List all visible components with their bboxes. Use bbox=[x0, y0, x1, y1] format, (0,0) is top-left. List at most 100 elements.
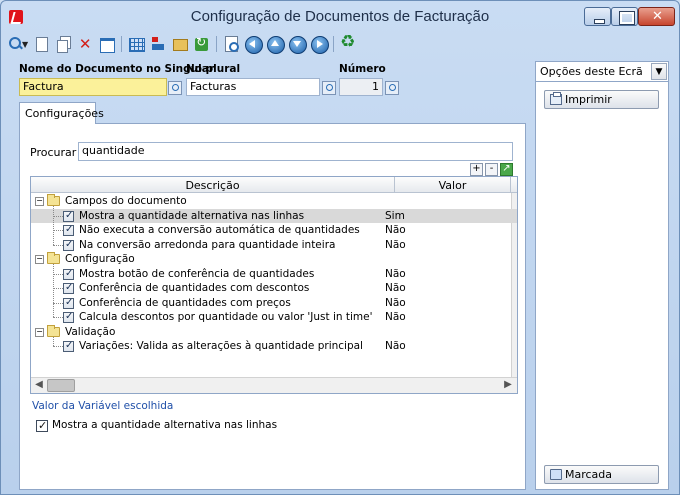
setting-checkbox[interactable] bbox=[63, 239, 74, 251]
setting-checkbox[interactable] bbox=[63, 282, 74, 294]
group-label: Campos do documento bbox=[65, 195, 187, 207]
singular-lookup-icon[interactable] bbox=[168, 81, 182, 95]
recycle-icon[interactable] bbox=[337, 34, 359, 54]
delete-icon[interactable]: ✕ bbox=[74, 34, 96, 54]
setting-row[interactable]: Mostra a quantidade alternativa nas linh… bbox=[31, 208, 517, 223]
search-icon[interactable] bbox=[5, 34, 27, 54]
maximize-button[interactable] bbox=[611, 7, 638, 26]
setting-row[interactable]: Conferência de quantidades com descontos… bbox=[31, 281, 517, 296]
setting-checkbox[interactable] bbox=[63, 311, 74, 323]
tree-connector bbox=[53, 244, 63, 246]
marked-button[interactable]: Marcada bbox=[544, 465, 659, 484]
setting-value[interactable]: Sim bbox=[385, 210, 405, 222]
settings-grid: Descrição Valor − Campos do documento Most… bbox=[30, 176, 518, 394]
marked-button-label: Marcada bbox=[565, 468, 613, 481]
toolbar-separator bbox=[121, 36, 123, 52]
setting-value[interactable]: Não bbox=[385, 311, 406, 323]
setting-checkbox[interactable] bbox=[63, 224, 74, 236]
grid-icon[interactable] bbox=[125, 34, 147, 54]
group-row[interactable]: − Campos do documento bbox=[31, 194, 517, 209]
setting-label: Variações: Valida as alterações à quanti… bbox=[79, 340, 363, 352]
new-document-icon[interactable] bbox=[30, 34, 52, 54]
folder-icon bbox=[47, 194, 60, 206]
scroll-left-icon[interactable]: ◀ bbox=[32, 379, 46, 392]
search-label: Procurar : bbox=[30, 146, 84, 159]
collapse-icon[interactable]: − bbox=[35, 327, 44, 337]
numero-label: Número bbox=[339, 63, 386, 75]
main-window: Configuração de Documentos de Facturação… bbox=[0, 0, 680, 495]
column-header-valor[interactable]: Valor bbox=[395, 177, 511, 193]
tree-connector bbox=[53, 317, 63, 318]
group-row[interactable]: − Configuração bbox=[31, 252, 517, 267]
collapse-icon[interactable]: − bbox=[35, 197, 44, 206]
setting-row[interactable]: Variações: Valida as alterações à quanti… bbox=[31, 339, 517, 354]
tree-connector bbox=[53, 302, 63, 304]
expand-all-button[interactable]: + bbox=[470, 163, 483, 176]
setting-checkbox[interactable] bbox=[63, 340, 74, 352]
numero-field: 1 bbox=[339, 78, 383, 96]
grid-rows: − Campos do documento Mostra a quantidade … bbox=[31, 194, 517, 354]
setting-value[interactable]: Não bbox=[385, 282, 406, 294]
scroll-thumb[interactable] bbox=[47, 379, 75, 392]
horizontal-scrollbar[interactable]: ◀ ▶ bbox=[31, 377, 517, 393]
setting-row[interactable]: Mostra botão de conferência de quantidad… bbox=[31, 267, 517, 282]
setting-label: Conferência de quantidades com descontos bbox=[79, 282, 310, 294]
refresh-icon[interactable] bbox=[191, 34, 213, 54]
setting-checkbox[interactable] bbox=[63, 210, 74, 222]
variable-checkbox-label: Mostra a quantidade alternativa nas linh… bbox=[52, 419, 278, 431]
window-properties-icon[interactable] bbox=[96, 34, 118, 54]
numero-lookup-icon[interactable] bbox=[385, 81, 399, 95]
setting-row[interactable]: Calcula descontos por quantidade ou valo… bbox=[31, 310, 517, 325]
setting-checkbox[interactable] bbox=[63, 297, 74, 309]
variable-checkbox[interactable] bbox=[36, 419, 48, 432]
setting-row[interactable]: Conferência de quantidades com preços Não bbox=[31, 296, 517, 311]
print-button[interactable]: Imprimir bbox=[544, 90, 659, 109]
export-icon[interactable] bbox=[169, 34, 191, 54]
singular-name-field[interactable]: Factura bbox=[19, 78, 167, 96]
print-preview-icon[interactable] bbox=[220, 34, 242, 54]
grid-header: Descrição Valor bbox=[31, 177, 517, 193]
setting-value[interactable]: Não bbox=[385, 340, 406, 352]
setting-label: Não executa a conversão automática de qu… bbox=[79, 224, 360, 236]
tree-connector bbox=[53, 336, 54, 346]
title-bar[interactable]: Configuração de Documentos de Facturação bbox=[1, 1, 679, 33]
printer-icon bbox=[550, 92, 562, 105]
setting-value[interactable]: Não bbox=[385, 297, 406, 309]
setting-label: Conferência de quantidades com preços bbox=[79, 296, 291, 309]
setting-label: Calcula descontos por quantidade ou valo… bbox=[79, 311, 373, 323]
setting-value[interactable]: Não bbox=[385, 268, 406, 280]
next-record-icon[interactable] bbox=[286, 34, 308, 54]
tab-configuracoes[interactable]: Configurações bbox=[19, 102, 104, 124]
plural-lookup-icon[interactable] bbox=[322, 81, 336, 95]
close-button[interactable] bbox=[638, 7, 675, 26]
setting-row[interactable]: Na conversão arredonda para quantidade i… bbox=[31, 238, 517, 253]
structure-icon[interactable] bbox=[147, 34, 169, 54]
collapse-icon[interactable]: − bbox=[35, 255, 44, 264]
singular-label: Nome do Documento no Singular bbox=[19, 63, 214, 75]
screen-options-select[interactable]: Opções deste Ecrã ▼ bbox=[535, 61, 669, 82]
column-header-descricao[interactable]: Descrição bbox=[31, 177, 395, 193]
last-record-icon[interactable] bbox=[308, 34, 330, 54]
group-row[interactable]: − Validação bbox=[31, 324, 517, 340]
copy-document-icon[interactable] bbox=[52, 34, 74, 54]
search-input[interactable]: quantidade bbox=[78, 142, 513, 161]
setting-label: Mostra a quantidade alternativa nas linh… bbox=[79, 209, 305, 222]
setting-row[interactable]: Não executa a conversão automática de qu… bbox=[31, 223, 517, 238]
first-record-icon[interactable] bbox=[242, 34, 264, 54]
scroll-right-icon[interactable]: ▶ bbox=[501, 379, 515, 392]
chevron-down-icon[interactable]: ▼ bbox=[651, 63, 667, 80]
plural-name-field[interactable]: Facturas bbox=[186, 78, 320, 96]
tree-connector bbox=[53, 264, 54, 317]
tree-connector bbox=[53, 230, 63, 231]
setting-value[interactable]: Não bbox=[385, 239, 406, 251]
print-button-label: Imprimir bbox=[565, 93, 612, 106]
collapse-all-button[interactable]: - bbox=[485, 163, 498, 176]
toolbar-separator bbox=[216, 36, 218, 52]
minimize-button[interactable] bbox=[584, 7, 611, 26]
folder-icon bbox=[47, 252, 60, 264]
setting-value[interactable]: Não bbox=[385, 224, 406, 236]
previous-record-icon[interactable] bbox=[264, 34, 286, 54]
apply-filter-button[interactable]: ↗ bbox=[500, 163, 513, 176]
setting-checkbox[interactable] bbox=[63, 268, 74, 280]
group-label: Validação bbox=[65, 325, 116, 338]
